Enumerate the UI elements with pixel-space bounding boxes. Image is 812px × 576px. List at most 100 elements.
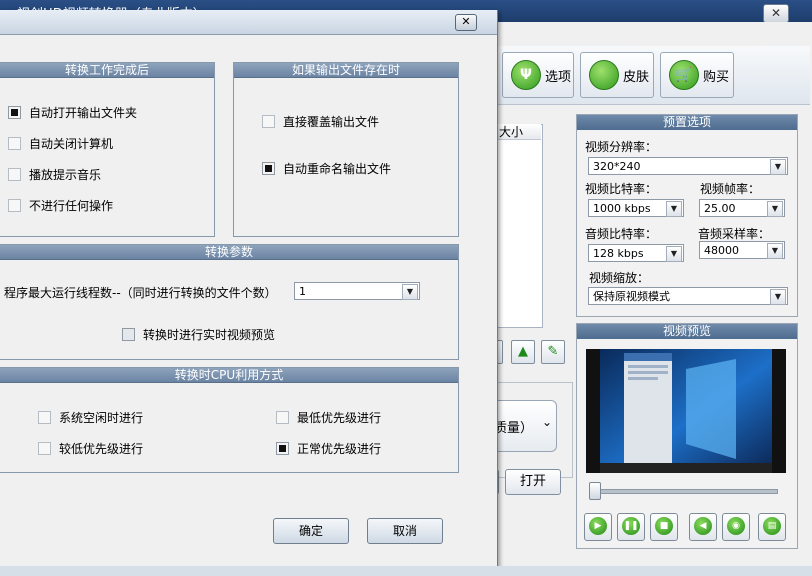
checkbox[interactable] <box>8 137 21 150</box>
overwrite-label: 直接覆盖输出文件 <box>283 115 380 129</box>
do-nothing-option[interactable]: 不进行任何操作 <box>8 197 113 214</box>
checkbox-checked[interactable] <box>8 106 21 119</box>
scale-label: 视频缩放： <box>589 271 650 285</box>
framerate-select[interactable]: 25.00 ▼ <box>699 199 785 217</box>
cancel-button[interactable]: 取消 <box>367 518 443 544</box>
play-sound-option[interactable]: 播放提示音乐 <box>8 166 101 183</box>
audio-bitrate-select[interactable]: 128 kbps ▼ <box>588 244 684 262</box>
lowest-priority-option[interactable]: 最低优先级进行 <box>276 409 381 426</box>
quality-dropdown[interactable]: 质量） ⌄ <box>492 400 557 452</box>
resolution-select[interactable]: 320*240 ▼ <box>588 157 788 175</box>
stop-icon: ■ <box>655 517 673 535</box>
threads-select[interactable]: 1 ▼ <box>294 282 420 300</box>
radio[interactable] <box>276 411 289 424</box>
ok-button[interactable]: 确定 <box>273 518 349 544</box>
seek-slider-track[interactable] <box>590 489 778 494</box>
radio[interactable] <box>38 442 51 455</box>
skin-label: 皮肤 <box>623 69 650 85</box>
play-sound-label: 播放提示音乐 <box>29 168 102 182</box>
skin-button[interactable]: 皮肤 <box>580 52 654 98</box>
checkbox-checked[interactable] <box>262 162 275 175</box>
video-bitrate-label: 视频比特率： <box>585 182 658 196</box>
conversion-params-title: 转换参数 <box>0 245 458 260</box>
scale-select[interactable]: 保持原视频模式 ▼ <box>588 287 788 305</box>
pause-icon: ❚❚ <box>622 517 640 535</box>
buy-button[interactable]: 🛒 购买 <box>660 52 734 98</box>
low-priority-label: 较低优先级进行 <box>59 442 144 456</box>
radio-selected[interactable] <box>276 442 289 455</box>
chevron-down-icon: ▼ <box>402 284 418 300</box>
chevron-down-icon: ▼ <box>770 159 786 175</box>
folder-icon: ▤ <box>763 517 781 535</box>
preset-title: 预置选项 <box>577 115 797 130</box>
options-label: 选项 <box>545 69 572 85</box>
shutdown-label: 自动关闭计算机 <box>29 137 114 151</box>
video-bitrate-value: 1000 kbps <box>593 202 651 215</box>
snapshot-back-button[interactable]: ◀ <box>689 513 717 541</box>
realtime-preview-label: 转换时进行实时视频预览 <box>143 328 276 342</box>
bottom-edge <box>0 566 812 576</box>
file-list[interactable] <box>497 124 543 328</box>
open-button[interactable]: 打开 <box>505 469 561 495</box>
open-folder-option[interactable]: 自动打开输出文件夹 <box>8 104 137 121</box>
stop-button[interactable]: ■ <box>650 513 678 541</box>
checkbox[interactable] <box>262 115 275 128</box>
options-button[interactable]: Ψ 选项 <box>502 52 574 98</box>
chevron-down-icon: ▼ <box>666 246 682 262</box>
open-folder-label: 自动打开输出文件夹 <box>29 106 138 120</box>
dialog-title-bar <box>0 10 497 35</box>
resolution-label: 视频分辨率： <box>585 140 658 154</box>
low-priority-option[interactable]: 较低优先级进行 <box>38 440 143 457</box>
seek-slider-thumb[interactable] <box>589 482 601 500</box>
chevron-down-icon: ▼ <box>767 201 783 217</box>
threads-value: 1 <box>299 285 306 298</box>
screenshot-button[interactable]: ◉ <box>722 513 750 541</box>
framerate-value: 25.00 <box>704 202 736 215</box>
play-button[interactable]: ▶ <box>584 513 612 541</box>
rewind-icon: ◀ <box>694 517 712 535</box>
if-exists-group: 如果输出文件存在时 <box>233 62 459 237</box>
threads-label: 程序最大运行线程数--（同时进行转换的文件个数） <box>4 286 277 300</box>
normal-priority-option[interactable]: 正常优先级进行 <box>276 440 381 457</box>
shutdown-option[interactable]: 自动关闭计算机 <box>8 135 113 152</box>
quality-text: 质量） <box>494 421 534 436</box>
if-exists-title: 如果输出文件存在时 <box>234 63 458 78</box>
pause-button[interactable]: ❚❚ <box>617 513 645 541</box>
chevron-down-icon: ⌄ <box>542 415 553 429</box>
checkbox[interactable] <box>8 199 21 212</box>
open-folder-button[interactable]: ▤ <box>758 513 786 541</box>
camera-icon: ◉ <box>727 517 745 535</box>
checkbox[interactable] <box>8 168 21 181</box>
lowest-priority-label: 最低优先级进行 <box>297 411 382 425</box>
auto-rename-option[interactable]: 自动重命名输出文件 <box>262 160 391 177</box>
preview-title: 视频预览 <box>577 324 797 339</box>
auto-rename-label: 自动重命名输出文件 <box>283 162 392 176</box>
samplerate-value: 48000 <box>704 244 739 257</box>
normal-priority-label: 正常优先级进行 <box>297 442 382 456</box>
chevron-down-icon: ▼ <box>666 201 682 217</box>
edit-button[interactable]: ✎ <box>541 340 565 364</box>
resolution-value: 320*240 <box>593 160 641 173</box>
realtime-preview-option[interactable]: 转换时进行实时视频预览 <box>122 326 275 343</box>
scale-value: 保持原视频模式 <box>593 290 670 303</box>
cart-icon: 🛒 <box>669 60 699 90</box>
radio[interactable] <box>38 411 51 424</box>
video-bitrate-select[interactable]: 1000 kbps ▼ <box>588 199 684 217</box>
idle-priority-option[interactable]: 系统空闲时进行 <box>38 409 143 426</box>
checkbox[interactable] <box>122 328 135 341</box>
dialog-close-button[interactable]: ✕ <box>455 14 477 31</box>
audio-bitrate-value: 128 kbps <box>593 247 644 260</box>
idle-priority-label: 系统空闲时进行 <box>59 411 144 425</box>
file-list-size-header[interactable]: 大小 <box>497 124 541 140</box>
cpu-usage-title: 转换时CPU利用方式 <box>0 368 458 383</box>
framerate-label: 视频帧率： <box>700 182 761 196</box>
samplerate-select[interactable]: 48000 ▼ <box>699 241 785 259</box>
play-icon: ▶ <box>589 517 607 535</box>
move-up-button[interactable]: ▲ <box>511 340 535 364</box>
main-close-button[interactable]: ✕ <box>763 4 789 23</box>
options-icon: Ψ <box>511 60 541 90</box>
apple-icon <box>589 60 619 90</box>
do-nothing-label: 不进行任何操作 <box>29 199 114 213</box>
after-complete-title: 转换工作完成后 <box>0 63 214 78</box>
overwrite-option[interactable]: 直接覆盖输出文件 <box>262 113 379 130</box>
